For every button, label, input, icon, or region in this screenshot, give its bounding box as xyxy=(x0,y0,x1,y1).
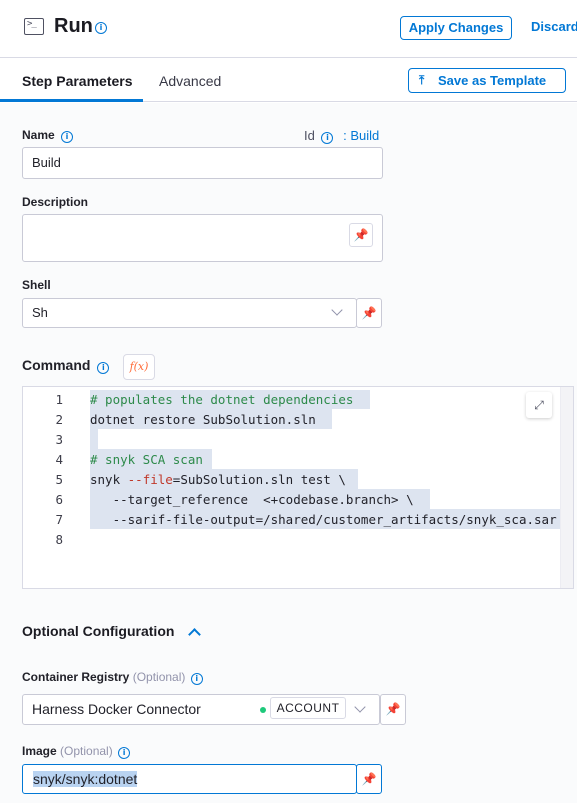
save-as-template-button[interactable]: ⤒ Save as Template xyxy=(408,68,566,93)
name-input[interactable]: Build xyxy=(22,147,383,179)
expand-icon[interactable]: ⤢ xyxy=(526,392,552,418)
info-icon[interactable]: i xyxy=(321,132,334,144)
pin-icon[interactable]: 📌 xyxy=(380,694,406,725)
pin-icon[interactable]: 📌 xyxy=(356,764,382,794)
shell-select[interactable]: Sh xyxy=(22,298,357,328)
container-registry-label: Container Registry (Optional) i xyxy=(22,670,203,685)
code-line: --sarif-file-output=/shared/customer_art… xyxy=(90,512,557,527)
chevron-down-icon xyxy=(331,304,343,316)
editor-scrollbar[interactable] xyxy=(560,387,573,588)
line-number: 3 xyxy=(55,432,63,447)
line-number: 5 xyxy=(55,472,63,487)
optional-config-header[interactable]: Optional Configuration xyxy=(22,623,174,639)
step-form: Name i Id i : Build Build Description 📌 … xyxy=(0,103,577,803)
expression-fx-button[interactable]: f(x) xyxy=(123,354,155,380)
line-number: 6 xyxy=(55,492,63,507)
line-number: 4 xyxy=(55,452,63,467)
scope-badge: ACCOUNT xyxy=(270,697,346,719)
pin-icon[interactable]: 📌 xyxy=(349,223,373,247)
tab-advanced[interactable]: Advanced xyxy=(159,73,221,89)
pin-icon[interactable]: 📌 xyxy=(356,298,382,328)
step-title: Run xyxy=(54,15,93,37)
line-number: 8 xyxy=(55,532,63,547)
image-label: Image (Optional) i xyxy=(22,744,131,759)
description-label: Description xyxy=(22,195,89,209)
id-label: Id xyxy=(304,128,315,143)
info-icon[interactable]: i xyxy=(118,747,131,759)
selection-highlight xyxy=(90,429,98,449)
chevron-down-icon xyxy=(354,701,366,713)
chevron-up-icon[interactable] xyxy=(188,628,201,641)
apply-changes-button[interactable]: Apply Changes xyxy=(400,16,512,40)
info-icon[interactable]: i xyxy=(190,673,203,685)
tab-step-parameters[interactable]: Step Parameters xyxy=(22,73,133,89)
line-number: 7 xyxy=(55,512,63,527)
step-header: >_ Run i Apply Changes Discard xyxy=(0,0,577,58)
info-icon[interactable]: i xyxy=(61,131,74,143)
info-icon[interactable]: i xyxy=(97,362,110,374)
id-display: Id i : Build xyxy=(304,128,379,144)
active-tab-indicator xyxy=(0,99,143,102)
code-line: # snyk SCA scan xyxy=(90,452,203,467)
code-line: dotnet restore SubSolution.sln xyxy=(90,412,316,427)
name-label: Name i xyxy=(22,128,74,143)
shell-select-value: Sh xyxy=(32,305,48,320)
code-line: # populates the dotnet dependencies xyxy=(90,392,354,407)
id-value[interactable]: : Build xyxy=(343,128,379,143)
terminal-icon: >_ xyxy=(24,18,44,35)
line-number: 1 xyxy=(55,392,63,407)
registry-connector-name: Harness Docker Connector xyxy=(32,701,201,717)
description-textarea[interactable] xyxy=(22,214,383,262)
upload-icon: ⤒ xyxy=(419,73,425,87)
shell-label: Shell xyxy=(22,278,51,292)
code-line: --target_reference <+codebase.branch> \ xyxy=(90,492,414,507)
image-input[interactable]: snyk/snyk:dotnet xyxy=(22,764,357,794)
code-line: snyk --file=SubSolution.sln test \ xyxy=(90,472,346,487)
info-icon[interactable]: i xyxy=(95,22,107,34)
connected-status-dot xyxy=(260,707,266,713)
line-number: 2 xyxy=(55,412,63,427)
command-editor[interactable]: 1 2 3 4 5 6 7 8 # populates the dotnet d… xyxy=(22,386,574,589)
command-label: Command i xyxy=(22,357,110,374)
discard-button[interactable]: Discard xyxy=(531,19,577,34)
image-input-value: snyk/snyk:dotnet xyxy=(33,771,138,787)
